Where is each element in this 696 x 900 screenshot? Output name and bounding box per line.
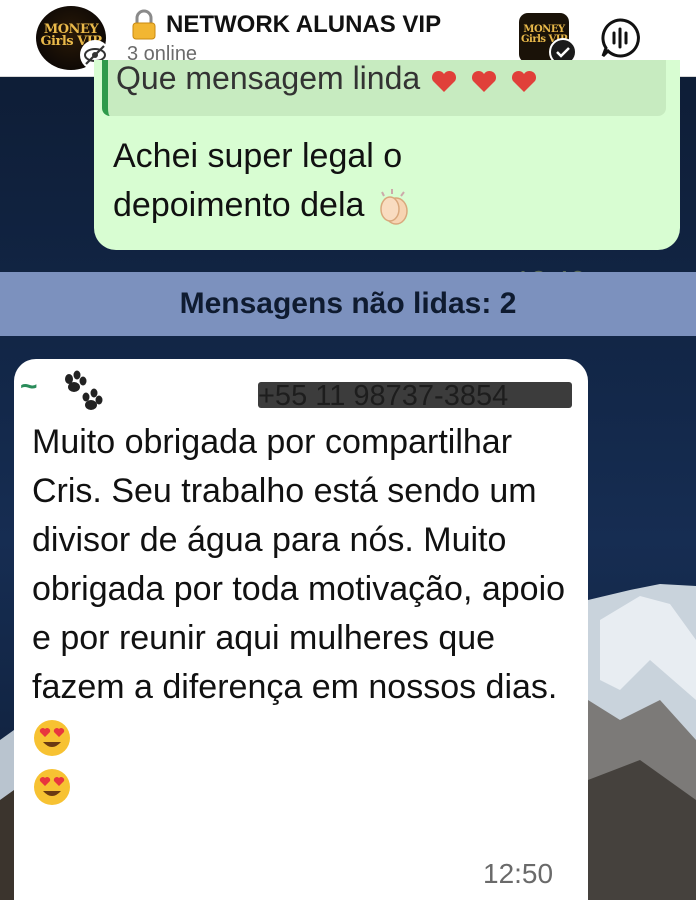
hearts-icon	[432, 70, 537, 92]
group-title[interactable]: NETWORK ALUNAS VIP	[130, 9, 441, 41]
quoted-text: Que mensagem linda	[116, 60, 539, 97]
paw-prints-icon	[65, 370, 103, 410]
outgoing-message-bubble[interactable]: Que mensagem linda Achei super legal o d…	[94, 60, 680, 296]
clapping-hands-icon	[380, 189, 408, 225]
heart-eyes-icon	[34, 769, 70, 806]
unread-messages-banner: Mensagens não lidas: 2	[0, 272, 696, 336]
sender-prefix: ~	[20, 370, 38, 403]
outgoing-message-text: Achei super legal o depoimento dela	[113, 132, 533, 230]
incoming-message-time: 12:50	[483, 858, 554, 889]
phone-redaction	[258, 382, 572, 408]
voice-chat-icon[interactable]	[598, 16, 642, 60]
incoming-message-text: Muito obrigada por compartilhar Cris. Se…	[32, 418, 580, 810]
unread-messages-label: Mensagens não lidas: 2	[179, 287, 517, 320]
quoted-message[interactable]: Que mensagem linda	[102, 60, 666, 116]
group-name: NETWORK ALUNAS VIP	[166, 11, 442, 38]
lock-icon	[132, 9, 156, 40]
heart-eyes-icon	[34, 720, 70, 757]
